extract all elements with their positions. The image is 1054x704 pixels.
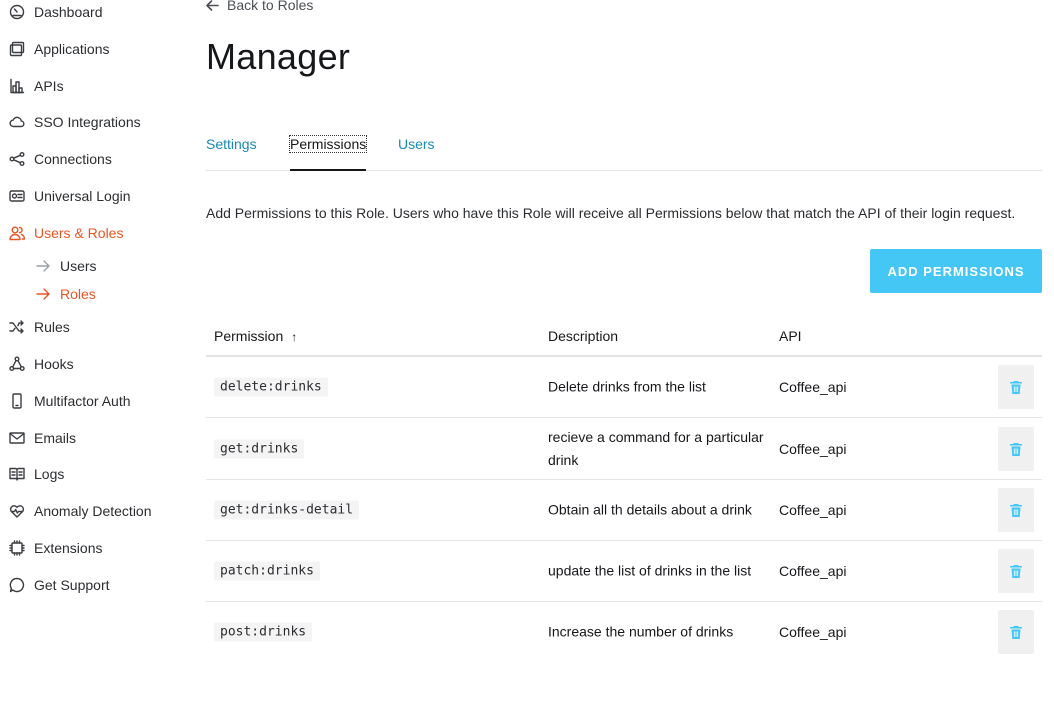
sidebar-item-connections[interactable]: Connections — [8, 148, 112, 170]
back-label: Back to Roles — [227, 0, 314, 13]
page-title: Manager — [206, 36, 351, 77]
sidebar-item-label: Emails — [34, 430, 77, 446]
sidebar-item-label: Logs — [34, 466, 65, 482]
trash-icon — [1010, 626, 1022, 639]
sidebar-item-label: Extensions — [34, 540, 103, 556]
table-row: post:drinks Increase the number of drink… — [206, 602, 1042, 662]
applications-icon — [8, 40, 26, 58]
delete-permission-button[interactable] — [998, 426, 1034, 471]
arrow-left-icon — [206, 0, 219, 11]
permission-api: Coffee_api — [779, 379, 847, 395]
sidebar-item-logs[interactable]: Logs — [8, 463, 64, 485]
users-icon — [8, 224, 26, 242]
heart-pulse-icon — [8, 502, 26, 520]
rules-icon — [8, 318, 26, 336]
tab-bar: Settings Permissions Users — [206, 130, 1042, 171]
permission-description: update the list of drinks in the list — [548, 562, 752, 579]
sidebar-item-label: Users & Roles — [34, 225, 124, 241]
trash-icon — [1010, 381, 1022, 394]
sidebar-subitem-label: Users — [60, 258, 97, 274]
permission-name: get:drinks — [214, 439, 305, 458]
sidebar-item-label: Connections — [34, 151, 112, 167]
sidebar-subitem-roles[interactable]: Roles — [36, 284, 96, 304]
sidebar-item-label: Dashboard — [34, 4, 103, 20]
hooks-icon — [8, 355, 26, 373]
trash-icon — [1010, 442, 1022, 456]
permission-name: post:drinks — [214, 622, 313, 642]
table-row: get:drinks-detail Obtain all th details … — [206, 480, 1042, 541]
permissions-table: Permission ↑ Description API delete:drink… — [206, 318, 1042, 662]
sidebar-item-label: APIs — [34, 78, 64, 94]
permission-api: Coffee_api — [779, 502, 847, 518]
permission-name: patch:drinks — [214, 561, 320, 581]
sidebar-item-anomaly-detection[interactable]: Anomaly Detection — [8, 500, 152, 522]
sidebar-item-users-roles[interactable]: Users & Roles — [8, 222, 123, 244]
tab-users[interactable]: Users — [398, 136, 435, 152]
sort-ascending-icon: ↑ — [291, 330, 298, 344]
sidebar-subitem-users[interactable]: Users — [36, 256, 97, 276]
sidebar-item-apis[interactable]: APIs — [8, 75, 64, 97]
permission-name: delete:drinks — [214, 377, 328, 397]
permission-description: Increase the number of drinks — [548, 623, 734, 640]
sidebar-item-label: Rules — [34, 319, 70, 335]
trash-icon — [1010, 565, 1022, 578]
back-to-roles-link[interactable]: Back to Roles — [206, 0, 313, 13]
chip-icon — [8, 539, 26, 557]
permission-description: Delete drinks from the list — [548, 378, 706, 395]
table-header: Permission ↑ Description API — [206, 318, 1042, 357]
mail-icon — [8, 429, 26, 447]
universal-login-icon — [8, 187, 26, 205]
permission-api: Coffee_api — [779, 440, 847, 457]
delete-permission-button[interactable] — [998, 488, 1034, 532]
cloud-icon — [8, 113, 26, 131]
column-header-permission[interactable]: Permission ↑ — [214, 328, 297, 344]
table-row: delete:drinks Delete drinks from the lis… — [206, 357, 1042, 418]
permission-name: get:drinks-detail — [214, 500, 360, 520]
delete-permission-button[interactable] — [998, 549, 1034, 593]
sidebar-item-label: Get Support — [34, 577, 110, 593]
sidebar-item-emails[interactable]: Emails — [8, 427, 76, 449]
sidebar-item-get-support[interactable]: Get Support — [8, 574, 110, 596]
permission-description: recieve a command for a particular drink — [548, 428, 764, 468]
delete-permission-button[interactable] — [998, 365, 1034, 409]
column-header-description: Description — [548, 328, 619, 344]
sidebar-item-sso-integrations[interactable]: SSO Integrations — [8, 111, 141, 133]
sidebar-item-label: Anomaly Detection — [34, 503, 152, 519]
sidebar-item-dashboard[interactable]: Dashboard — [8, 1, 103, 23]
connections-icon — [8, 150, 26, 168]
table-row: get:drinks recieve a command for a parti… — [206, 418, 1042, 480]
permissions-description: Add Permissions to this Role. Users who … — [206, 205, 1016, 221]
trash-icon — [1010, 504, 1022, 517]
chat-icon — [8, 576, 26, 594]
apis-icon — [8, 77, 26, 95]
sidebar-item-hooks[interactable]: Hooks — [8, 353, 74, 375]
dashboard-icon — [8, 3, 26, 21]
column-header-api: API — [779, 328, 802, 344]
sidebar-item-extensions[interactable]: Extensions — [8, 537, 102, 559]
logs-icon — [8, 465, 26, 483]
phone-icon — [8, 392, 26, 410]
sidebar-item-label: SSO Integrations — [34, 114, 141, 130]
add-permissions-button[interactable]: ADD PERMISSIONS — [870, 249, 1042, 293]
permission-api: Coffee_api — [779, 563, 847, 579]
tab-settings[interactable]: Settings — [206, 136, 257, 152]
sidebar-item-label: Applications — [34, 41, 110, 57]
sidebar-subitem-label: Roles — [60, 286, 96, 302]
table-row: patch:drinks update the list of drinks i… — [206, 541, 1042, 602]
active-tab-indicator — [290, 169, 366, 171]
sidebar-item-label: Hooks — [34, 356, 74, 372]
delete-permission-button[interactable] — [998, 610, 1034, 654]
arrow-right-icon — [36, 287, 52, 301]
permission-api: Coffee_api — [779, 624, 847, 640]
arrow-right-icon — [36, 259, 52, 273]
permission-description: Obtain all th details about a drink — [548, 501, 752, 518]
sidebar-item-multifactor-auth[interactable]: Multifactor Auth — [8, 390, 131, 412]
column-header-label: Permission — [214, 328, 284, 344]
sidebar-item-label: Universal Login — [34, 188, 131, 204]
sidebar-item-applications[interactable]: Applications — [8, 38, 110, 60]
sidebar-item-rules[interactable]: Rules — [8, 316, 70, 338]
sidebar-item-universal-login[interactable]: Universal Login — [8, 185, 131, 207]
tab-permissions[interactable]: Permissions — [288, 135, 368, 153]
sidebar-item-label: Multifactor Auth — [34, 393, 131, 409]
